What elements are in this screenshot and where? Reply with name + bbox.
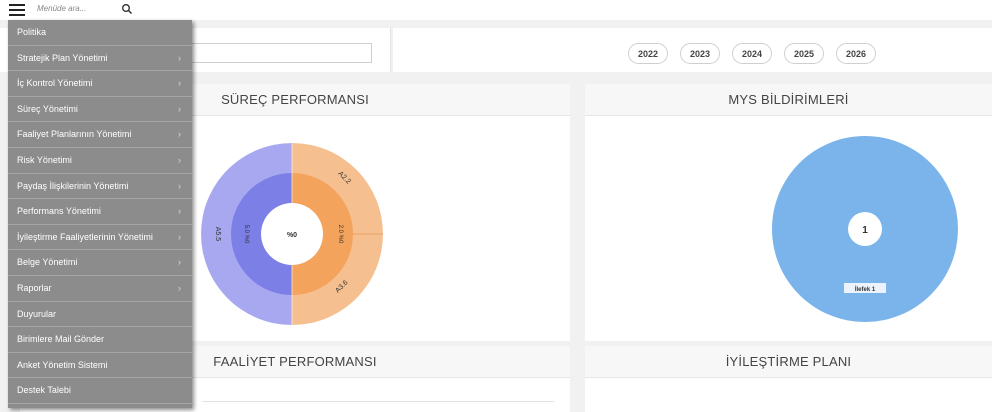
- year-button-2022[interactable]: 2022: [628, 43, 668, 64]
- menu-item-raporlar[interactable]: Raporlar ›: [8, 276, 192, 302]
- menu-item-iyilestirme[interactable]: İyileştirme Faaliyetlerinin Yönetimi ›: [8, 225, 192, 251]
- chevron-right-icon: ›: [178, 78, 181, 89]
- mys-slice-label: İlefek 1: [855, 286, 876, 293]
- menu-search-input[interactable]: Menüde ara...: [37, 4, 86, 13]
- divider: [202, 401, 554, 402]
- search-icon[interactable]: [121, 3, 133, 15]
- label-inner-right: 2.0 %0: [337, 225, 343, 244]
- menu-item-anket[interactable]: Anket Yönetim Sistemi: [8, 353, 192, 379]
- menu-item-label: Raporlar: [17, 282, 52, 293]
- menu-item-label: Duyurular: [17, 308, 57, 319]
- menu-item-risk[interactable]: Risk Yönetimi ›: [8, 148, 192, 174]
- menu-item-label: Paydaş İlişkilerinin Yönetimi: [17, 180, 129, 191]
- chevron-right-icon: ›: [178, 154, 181, 165]
- menu-item-label: Risk Yönetimi: [17, 154, 72, 165]
- surec-performans-chart: %0 A5.5 A2.2 A3.6 5.0 %0 2.0 %0: [201, 143, 383, 325]
- menu-item-label: Stratejik Plan Yönetimi: [17, 52, 108, 63]
- menu-item-paydas[interactable]: Paydaş İlişkilerinin Yönetimi ›: [8, 174, 192, 200]
- year-button-2023[interactable]: 2023: [680, 43, 720, 64]
- menu-item-label: Faaliyet Planlarının Yönetimi: [17, 129, 132, 140]
- chevron-right-icon: ›: [178, 282, 181, 293]
- chevron-right-icon: ›: [178, 206, 181, 217]
- hamburger-menu-icon[interactable]: [9, 2, 25, 16]
- menu-item-label: İç Kontrol Yönetimi: [17, 78, 93, 89]
- menu-item-label: Performans Yönetimi: [17, 206, 101, 217]
- menu-item-label: Destek Talebi: [17, 385, 71, 396]
- year-button-2025[interactable]: 2025: [784, 43, 824, 64]
- mys-bildirimleri-chart: 1 İlefek 1: [772, 136, 958, 322]
- top-bar: Menüde ara...: [0, 0, 992, 20]
- filter-input[interactable]: [190, 43, 372, 63]
- menu-item-duyurular[interactable]: Duyurular: [8, 302, 192, 328]
- menu-item-destek[interactable]: Destek Talebi: [8, 378, 192, 404]
- menu-item-stratejik-plan[interactable]: Stratejik Plan Yönetimi ›: [8, 46, 192, 72]
- chevron-right-icon: ›: [178, 180, 181, 191]
- menu-item-faaliyet-planlari[interactable]: Faaliyet Planlarının Yönetimi ›: [8, 122, 192, 148]
- iyilestirme-plani-card: İYİLEŞTİRME PLANI: [585, 346, 992, 412]
- chevron-right-icon: ›: [178, 129, 181, 140]
- mys-bildirimleri-card: MYS BİLDİRİMLERİ 1 İlefek 1: [585, 84, 992, 341]
- label-inner-left: 5.0 %0: [243, 225, 249, 244]
- chart-center-label: %0: [287, 232, 297, 239]
- menu-item-label: Birimlere Mail Gönder: [17, 334, 105, 345]
- menu-item-politika[interactable]: Politika: [8, 20, 192, 46]
- menu-item-surec[interactable]: Süreç Yönetimi ›: [8, 97, 192, 123]
- menu-item-label: Belge Yönetimi: [17, 257, 78, 268]
- menu-item-ic-kontrol[interactable]: İç Kontrol Yönetimi ›: [8, 71, 192, 97]
- chevron-right-icon: ›: [178, 231, 181, 242]
- menu-item-label: Politika: [17, 27, 47, 37]
- chevron-right-icon: ›: [178, 257, 181, 268]
- menu-item-label: Süreç Yönetimi: [17, 103, 78, 114]
- year-button-2026[interactable]: 2026: [836, 43, 876, 64]
- menu-item-mail[interactable]: Birimlere Mail Gönder: [8, 327, 192, 353]
- mys-center-label: 1: [862, 225, 868, 236]
- year-button-2024[interactable]: 2024: [732, 43, 772, 64]
- mys-bildirimleri-title: MYS BİLDİRİMLERİ: [585, 84, 992, 116]
- menu-item-label: İyileştirme Faaliyetlerinin Yönetimi: [17, 231, 153, 242]
- menu-item-label: Anket Yönetim Sistemi: [17, 359, 108, 370]
- menu-item-belge[interactable]: Belge Yönetimi ›: [8, 250, 192, 276]
- side-menu: Politika Stratejik Plan Yönetimi › İç Kon…: [8, 20, 192, 408]
- iyilestirme-plani-title: İYİLEŞTİRME PLANI: [585, 346, 992, 378]
- chevron-right-icon: ›: [178, 52, 181, 63]
- chevron-right-icon: ›: [178, 103, 181, 114]
- label-outer-left: A5.5: [214, 227, 221, 242]
- menu-item-performans[interactable]: Performans Yönetimi ›: [8, 199, 192, 225]
